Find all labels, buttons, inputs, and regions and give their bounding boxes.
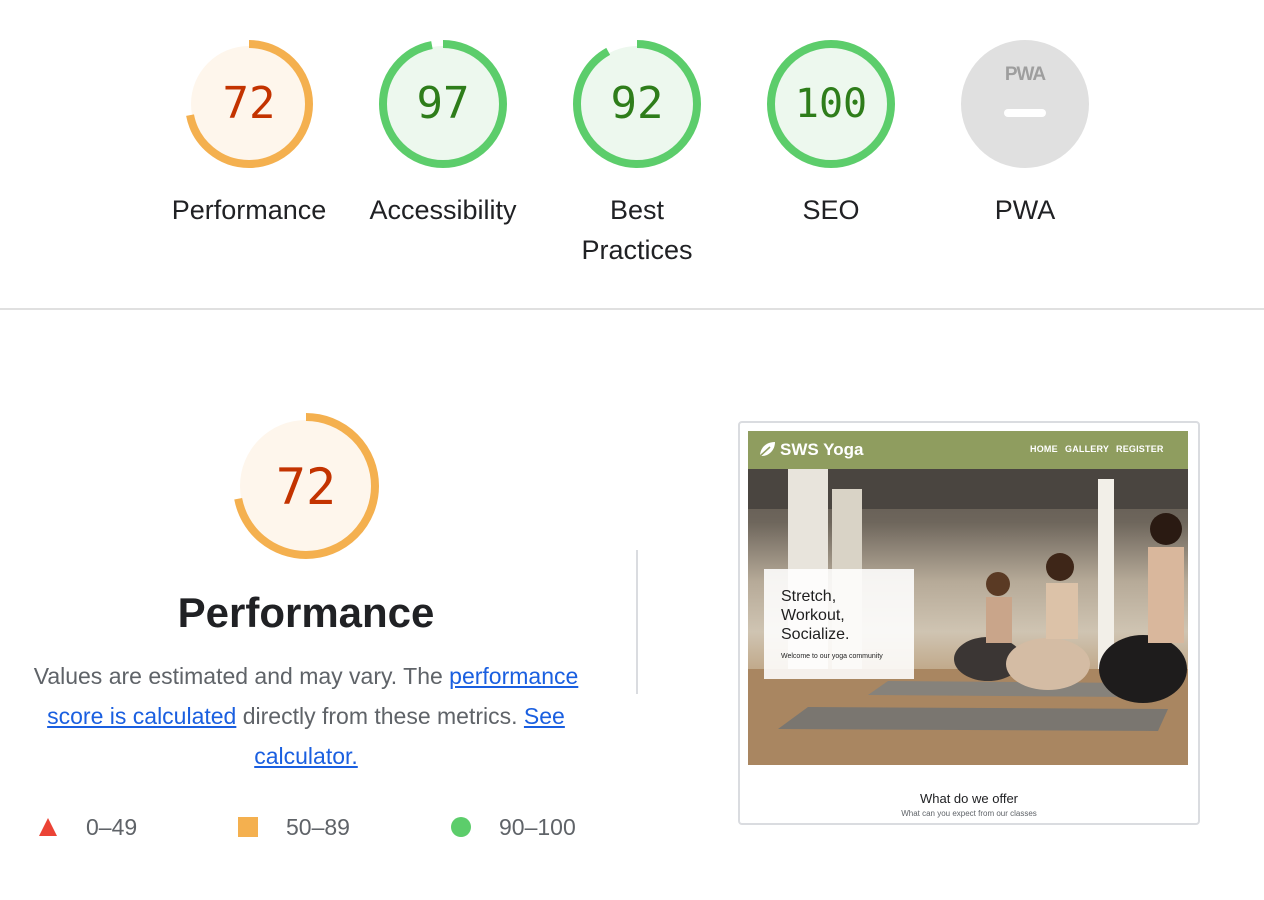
triangle-icon [39, 818, 57, 836]
hero-line: Workout, [781, 607, 845, 624]
hero-text-card: Stretch, Workout, Socialize. Welcome to … [764, 569, 914, 679]
hero-image: Stretch, Workout, Socialize. Welcome to … [748, 469, 1188, 765]
performance-description: Values are estimated and may vary. The p… [18, 656, 594, 776]
gauge-score: 100 [794, 81, 868, 127]
gauge-label: SEO [802, 195, 860, 225]
section-subtitle: What can you expect from our classes [901, 809, 1037, 818]
square-icon [238, 817, 258, 837]
pwa-badge-text: PWA [1004, 64, 1046, 85]
gauge-label-line: Best [609, 195, 665, 225]
legend-range: 50–89 [286, 814, 350, 840]
hero-line: Socialize. [781, 626, 850, 643]
performance-score: 72 [275, 458, 337, 516]
site-nav-register: REGISTER [1116, 444, 1164, 454]
site-nav-home: HOME [1030, 444, 1058, 454]
leaf-icon [758, 442, 775, 458]
legend-range: 0–49 [86, 814, 138, 840]
site-nav-gallery: GALLERY [1065, 444, 1110, 454]
pwa-not-applicable-dash [1004, 109, 1046, 117]
gauge-score: 72 [222, 78, 276, 129]
gauge-label: Performance [171, 195, 327, 225]
site-header: SWS Yoga HOME GALLERY REGISTER [748, 431, 1188, 469]
circle-icon [451, 817, 471, 837]
final-screenshot-thumbnail[interactable]: SWS Yoga HOME GALLERY REGISTER Stretch, [738, 421, 1200, 825]
gauge-label: Best Practices [542, 190, 732, 270]
section-divider [0, 308, 1264, 310]
hero-subtitle: Welcome to our yoga community [781, 653, 883, 660]
gauge-score: 97 [416, 78, 470, 129]
legend-item-fail: 0–49 [38, 812, 158, 842]
site-title: SWS Yoga [780, 440, 864, 459]
gauge-label: PWA [994, 195, 1056, 225]
gauge-ring [961, 40, 1089, 168]
legend-item-pass: 90–100 [451, 812, 601, 842]
description-text: directly from these metrics. [236, 703, 518, 729]
vertical-divider [636, 550, 638, 694]
description-text: Values are estimated and may vary. The [33, 663, 450, 689]
hero-line: Stretch, [781, 588, 837, 605]
legend-range: 90–100 [499, 814, 576, 840]
legend-item-average: 50–89 [238, 812, 378, 842]
gauge-score: 92 [610, 78, 664, 129]
gauge-label-line: Practices [581, 235, 693, 265]
section-title: What do we offer [919, 791, 1019, 806]
gauge-label: Accessibility [369, 195, 517, 225]
performance-title: Performance [177, 589, 435, 636]
pwa-badge-background [961, 40, 1089, 168]
